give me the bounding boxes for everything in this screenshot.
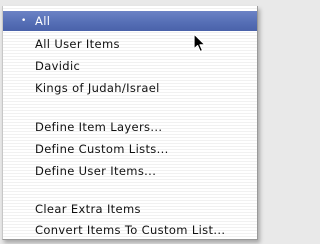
menu-item-define-item-layers[interactable]: Define Item Layers... [3,117,257,137]
menu-item-clear-extra-items[interactable]: Clear Extra Items [3,199,257,219]
menu-item-define-user-items[interactable]: Define User Items... [3,161,257,181]
menu-item-label: Convert Items To Custom List... [35,223,226,237]
menu-item-all-user-items[interactable]: All User Items [3,34,257,54]
menu-item-all[interactable]: • All [3,11,257,31]
menu-item-label: All User Items [35,37,120,51]
menu-item-label: Define Item Layers... [35,120,163,134]
menu-item-label: All [35,14,51,28]
menu-item-label: Davidic [35,59,81,73]
menu-item-label: Define Custom Lists... [35,142,169,156]
menu-item-convert-items-to-custom-list[interactable]: Convert Items To Custom List... [3,220,257,240]
menu-item-davidic[interactable]: Davidic [3,56,257,76]
menu-item-label: Define User Items... [35,164,157,178]
menu-item-label: Clear Extra Items [35,202,141,216]
menu-item-kings-of-judah-israel[interactable]: Kings of Judah/Israel [3,78,257,98]
checkmark-icon: • [21,16,27,26]
menu-item-define-custom-lists[interactable]: Define Custom Lists... [3,139,257,159]
menu-item-label: Kings of Judah/Israel [35,81,160,95]
dropdown-menu: • All All User Items Davidic Kings of Ju… [2,6,258,240]
